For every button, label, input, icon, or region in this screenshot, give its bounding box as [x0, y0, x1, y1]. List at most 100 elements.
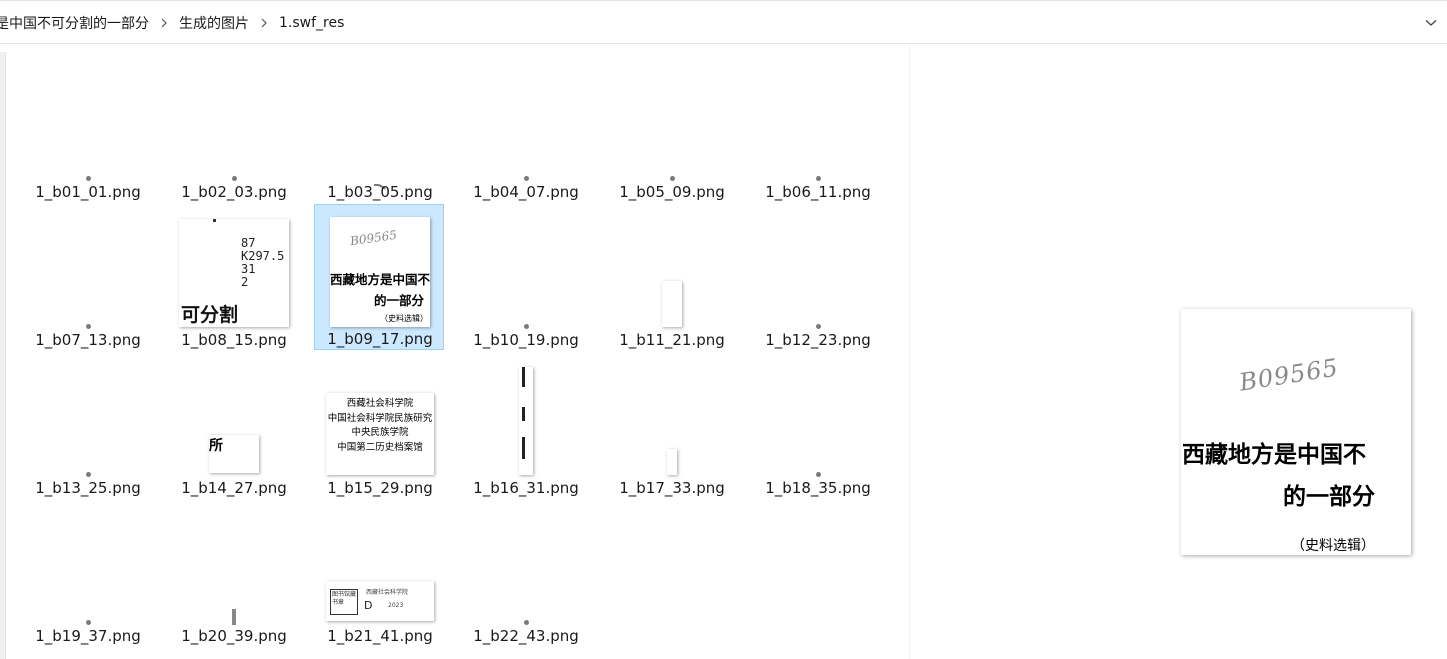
file-item[interactable]: 西藏社会科学院 中国社会科学院民族研究 中央民族学院 中国第二历史档案馆 1_b15_2…: [315, 353, 445, 499]
chevron-right-icon[interactable]: [153, 18, 175, 28]
file-thumbnail: [523, 324, 529, 329]
file-thumbnail-area: 所: [169, 353, 299, 479]
thumbnail-text-line: 西藏社会科学院: [346, 398, 414, 409]
file-name: 1_b08_15.png: [181, 331, 287, 349]
file-name: 1_b11_21.png: [619, 331, 725, 349]
file-thumbnail-area: [169, 57, 299, 183]
thumbnail-title-line2: 的一部分: [374, 293, 425, 308]
file-item[interactable]: 1_b18_35.png: [753, 353, 883, 499]
file-item[interactable]: 1_b07_13.png: [23, 205, 153, 351]
file-thumbnail-area: 图书馆藏书章 西藏社会科学院 D 2023: [315, 501, 445, 627]
file-thumbnail: B09565 西藏地方是中国不的一部分 （史料选辑）: [330, 217, 430, 327]
thumbnail-mark: [522, 367, 525, 387]
chevron-right-icon[interactable]: [253, 18, 275, 28]
thumbnail-text-line: 中国社会科学院民族研究: [327, 412, 433, 424]
file-item[interactable]: 图书馆藏书章 西藏社会科学院 D 2023 1_b21_41.png: [315, 501, 445, 647]
file-thumbnail-area: [23, 501, 153, 627]
file-thumbnail: [519, 367, 533, 475]
file-item[interactable]: 所 1_b14_27.png: [169, 353, 299, 499]
file-thumbnail-area: [753, 353, 883, 479]
file-item[interactable]: 1_b19_37.png: [23, 501, 153, 647]
file-thumbnail-area: [461, 353, 591, 479]
file-name: 1_b12_23.png: [765, 331, 871, 349]
thumbnail-text: 所: [209, 438, 223, 454]
preview-title-line1: 西藏地方是中国不: [1182, 442, 1366, 468]
file-item[interactable]: 1_b12_23.png: [753, 205, 883, 351]
file-item[interactable]: 1_b11_21.png: [607, 205, 737, 351]
file-thumbnail-area: 87 K297.5 31 2 可分割: [169, 205, 299, 331]
chevron-down-icon[interactable]: [1421, 13, 1441, 33]
file-thumbnail: [815, 324, 821, 329]
breadcrumb: 是中国不可分割的一部分 生成的图片 1.swf_res: [0, 1, 348, 45]
file-thumbnail-area: [753, 205, 883, 331]
thumbnail-title-line1: 西藏地方是中国不: [330, 272, 430, 287]
file-thumbnail: [85, 176, 91, 181]
file-name: 1_b17_33.png: [619, 479, 725, 497]
address-bar[interactable]: 是中国不可分割的一部分 生成的图片 1.swf_res: [0, 0, 1447, 44]
file-thumbnail-area: [23, 205, 153, 331]
preview-title-line2: 的一部分: [1283, 484, 1375, 510]
file-item[interactable]: 1_b22_43.png: [461, 501, 591, 647]
file-thumbnail-area: B09565 西藏地方是中国不的一部分 （史料选辑）: [315, 205, 445, 331]
file-thumbnail-area: [315, 57, 445, 190]
file-thumbnail-area: [607, 353, 737, 479]
file-thumbnail: 所: [209, 435, 259, 473]
file-item[interactable]: 1_b06_11.png: [753, 57, 883, 203]
file-thumbnail: [667, 449, 677, 475]
file-name: 1_b04_07.png: [473, 183, 579, 201]
file-thumbnail-area: [753, 57, 883, 183]
file-item[interactable]: 1_b13_25.png: [23, 353, 153, 499]
breadcrumb-item-parent[interactable]: 是中国不可分割的一部分: [0, 13, 153, 33]
file-thumbnail: 图书馆藏书章 西藏社会科学院 D 2023: [326, 581, 434, 621]
preview-image: B09565 西藏地方是中国不 的一部分 （史料选辑）: [1181, 309, 1411, 555]
file-item[interactable]: 1_b20_39.png: [169, 501, 299, 647]
file-thumbnail-area: [461, 501, 591, 627]
file-thumbnail-area: [461, 205, 591, 331]
file-item[interactable]: 1_b16_31.png: [461, 353, 591, 499]
thumbnail-text: 2023: [388, 602, 404, 609]
file-thumbnail: [523, 620, 529, 625]
thumbnail-text: 可分割: [181, 304, 239, 326]
file-thumbnail: [85, 620, 91, 625]
file-thumbnail-area: [23, 57, 153, 183]
preview-scribble: B09565: [1237, 353, 1341, 397]
file-item[interactable]: 1_b05_09.png: [607, 57, 737, 203]
file-thumbnail: [523, 176, 529, 181]
thumbnail-text: 西藏社会科学院: [366, 589, 409, 596]
file-name: 1_b18_35.png: [765, 479, 871, 497]
file-name: 1_b10_19.png: [473, 331, 579, 349]
breadcrumb-item-generated[interactable]: 生成的图片: [175, 13, 253, 33]
file-thumbnail: [373, 175, 386, 190]
file-thumbnail: [662, 281, 682, 327]
file-name: 1_b21_41.png: [327, 627, 433, 645]
file-thumbnail-area: [607, 205, 737, 331]
file-item[interactable]: 1_b04_07.png: [461, 57, 591, 203]
file-thumbnail: 西藏社会科学院 中国社会科学院民族研究 中央民族学院 中国第二历史档案馆: [326, 393, 434, 475]
file-item[interactable]: 1_b03_05.png: [315, 57, 445, 203]
thumbnail-subtitle: （史料选辑）: [380, 314, 428, 323]
file-item[interactable]: B09565 西藏地方是中国不 的一部分 （史料选辑） 1_b09_17.png: [314, 204, 444, 350]
file-name: 1_b14_27.png: [181, 479, 287, 497]
breadcrumb-item-current[interactable]: 1.swf_res: [275, 15, 348, 31]
file-thumbnail: [669, 176, 675, 181]
file-item[interactable]: 1_b10_19.png: [461, 205, 591, 351]
file-name: 1_b19_37.png: [35, 627, 141, 645]
file-name: 1_b06_11.png: [765, 183, 871, 201]
file-thumbnail: [85, 324, 91, 329]
file-item[interactable]: 1_b01_01.png: [23, 57, 153, 203]
file-thumbnail: [232, 609, 236, 625]
file-name: 1_b01_01.png: [35, 183, 141, 201]
thumbnail-text-line: 中央民族学院: [351, 427, 409, 438]
thumbnail-stamp: 图书馆藏书章: [330, 589, 358, 615]
file-thumbnail: [231, 176, 237, 181]
file-name: 1_b16_31.png: [473, 479, 579, 497]
file-name: 1_b22_43.png: [473, 627, 579, 645]
file-item[interactable]: 87 K297.5 31 2 可分割 1_b08_15.png: [169, 205, 299, 351]
file-thumbnail-area: [23, 353, 153, 479]
file-list[interactable]: 1_b01_01.png 1_b02_03.png 1_b03_05.png 1_b0…: [6, 45, 909, 659]
thumbnail-scribble: B09565: [349, 227, 398, 249]
file-item[interactable]: 1_b02_03.png: [169, 57, 299, 203]
file-item[interactable]: 1_b17_33.png: [607, 353, 737, 499]
file-name: 1_b07_13.png: [35, 331, 141, 349]
file-thumbnail: [815, 472, 821, 477]
